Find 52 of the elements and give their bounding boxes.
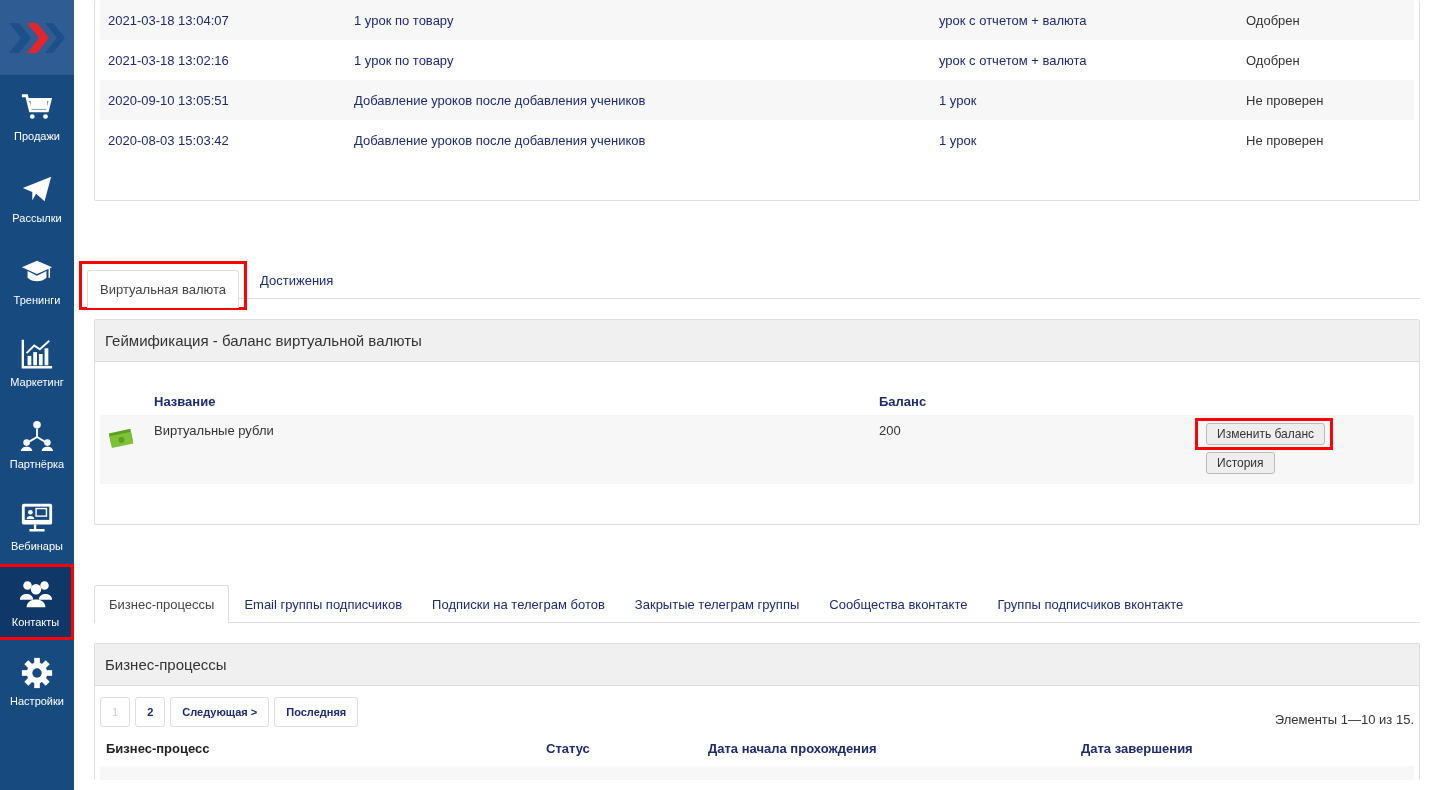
column-header: Бизнес-процесс <box>105 741 211 756</box>
column-header: Баланс <box>879 393 928 411</box>
sidebar-item[interactable]: Настройки <box>0 640 74 722</box>
tab[interactable]: Подписки на телеграм ботов <box>417 585 620 623</box>
tab[interactable]: Закрытые телеграм группы <box>619 585 815 623</box>
tab[interactable]: Сообщества вконтакте <box>814 585 983 623</box>
table-cell-text: 2020-08-03 15:03:42 <box>107 132 230 148</box>
money-icon <box>108 427 134 449</box>
settings-icon <box>20 655 54 690</box>
sidebar-item[interactable]: Маркетинг <box>0 321 74 403</box>
table-cell-text: 1 урок <box>938 132 978 148</box>
sidebar-item[interactable]: Контакты <box>0 564 74 640</box>
table-cell-text: 2021-03-18 13:02:16 <box>107 52 230 68</box>
tab[interactable]: Бизнес-процессы <box>94 585 230 623</box>
items-count: Элементы 1—10 из 15. <box>1274 711 1414 727</box>
people-tree-icon <box>20 418 54 453</box>
table-cell-text: 2020-09-10 13:05:51 <box>107 92 230 108</box>
panel-title: Геймификация - баланс виртуальной валюты <box>95 320 1419 362</box>
table-cell[interactable]: 1 урок по товару <box>346 12 931 28</box>
sidebar-item[interactable]: Тренинги <box>0 239 74 321</box>
tab[interactable]: Группы подписчиков вконтакте <box>982 585 1199 623</box>
table-cell[interactable]: 1 урок по товару <box>346 52 931 68</box>
sidebar-item[interactable]: Рассылки <box>0 157 74 239</box>
table-cell[interactable]: Добавление уроков после добавления учеников <box>346 92 931 108</box>
table-cell[interactable]: Добавление уроков после добавления учеников <box>346 132 931 148</box>
action-button[interactable]: Изменить баланс <box>1206 423 1326 445</box>
table-cell-text: 1 урок <box>938 92 978 108</box>
page-button[interactable]: Следующая > <box>170 696 270 727</box>
table-cell-text: Одобрен <box>1245 52 1301 68</box>
table-cell-text: урок с отчетом + валюта <box>938 12 1088 28</box>
sidebar-item[interactable]: Вебинары <box>0 485 74 567</box>
tab[interactable]: Достижения <box>247 261 347 299</box>
column-header[interactable]: Статус <box>540 741 702 756</box>
currency-name: Виртуальные рубли <box>154 423 275 440</box>
logo-icon[interactable] <box>9 20 65 55</box>
page-button[interactable]: 2 <box>135 696 166 727</box>
table-cell-text: урок с отчетом + валюта <box>938 52 1088 68</box>
action-button[interactable]: История <box>1206 452 1275 474</box>
sidebar-item[interactable]: Продажи <box>0 75 74 157</box>
page-button[interactable]: Последняя <box>274 696 359 727</box>
column-header[interactable]: Дата завершения <box>1075 741 1414 756</box>
tab[interactable]: Виртуальная валюта <box>87 270 240 308</box>
table-cell-text: Не проверен <box>1245 132 1325 148</box>
column-header: Название <box>154 393 217 411</box>
tab[interactable]: Email группы подписчиков <box>229 585 418 623</box>
sidebar-item[interactable]: Партнёрка <box>0 403 74 485</box>
balance-value: 200 <box>879 423 902 440</box>
panel-title: Бизнес-процессы <box>95 644 1419 686</box>
table-cell-text: Не проверен <box>1245 92 1325 108</box>
table-cell-text: Одобрен <box>1245 12 1301 28</box>
table-cell-text: 2021-03-18 13:04:07 <box>107 12 230 28</box>
column-header[interactable]: Дата начала прохождения <box>702 741 1075 756</box>
